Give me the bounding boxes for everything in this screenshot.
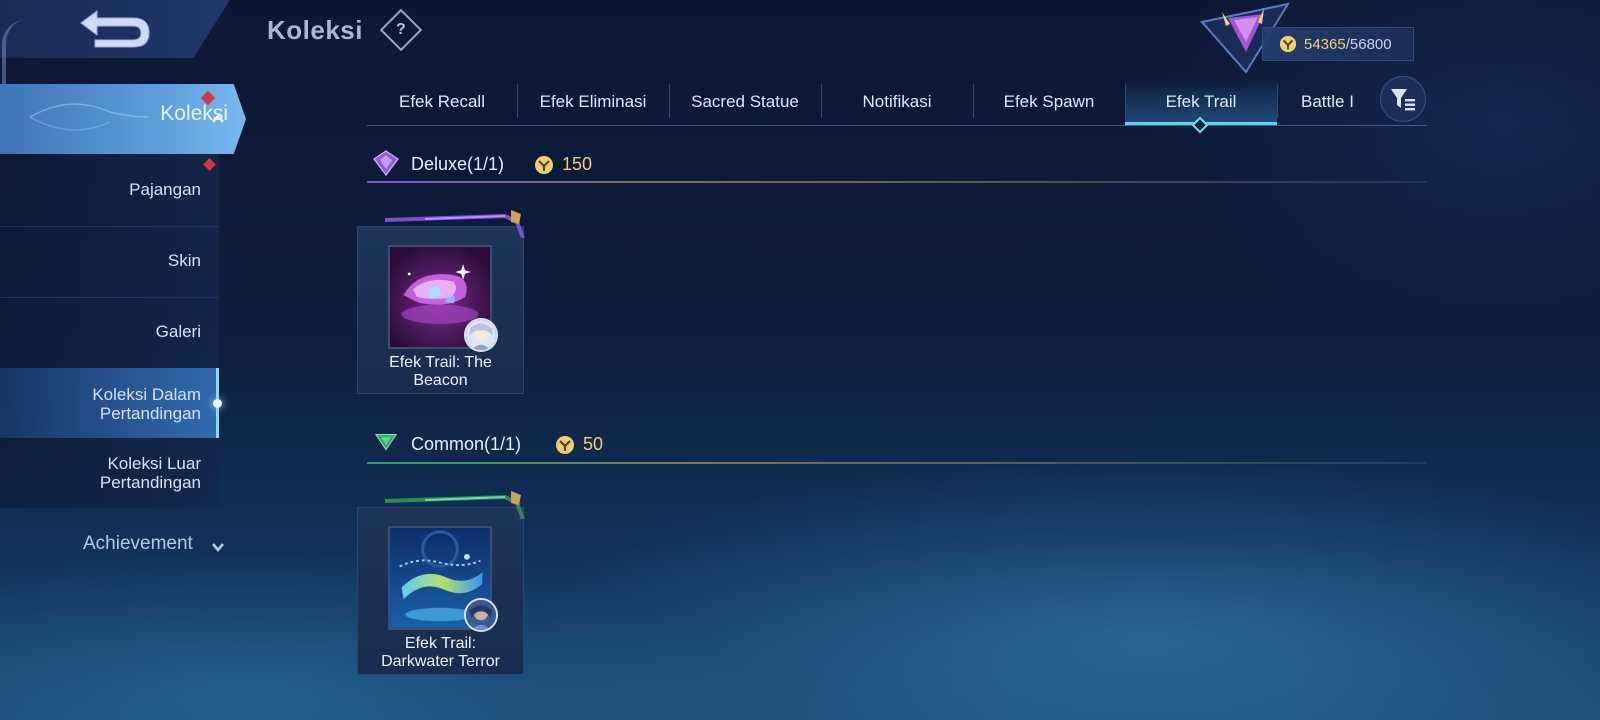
card-trim-deluxe xyxy=(385,210,525,238)
item-name-line1: Efek Trail: xyxy=(404,635,477,652)
sidebar-item-galeri[interactable]: Galeri xyxy=(0,322,219,341)
tab-bar: Efek Recall Efek Eliminasi Sacred Statue… xyxy=(367,78,1427,126)
currency-display: 54365/56800 xyxy=(1262,27,1414,61)
tab-battle[interactable]: Battle I xyxy=(1277,78,1365,125)
item-name: Efek Trail: Darkwater Terror xyxy=(357,635,524,671)
coin-icon xyxy=(556,436,574,454)
item-name-line1: Efek Trail: The xyxy=(389,354,492,371)
sidebar-item-label-line2: Pertandingan xyxy=(99,404,201,423)
section-title-deluxe: Deluxe(1/1) xyxy=(411,154,505,174)
chevron-up-icon xyxy=(212,113,224,123)
section-cost-deluxe: 150 xyxy=(562,154,593,174)
filter-icon xyxy=(1391,89,1415,111)
active-indicator-dot xyxy=(213,399,222,408)
sidebar-item-label-line1: Koleksi Luar xyxy=(107,454,201,473)
card-trim-common xyxy=(385,491,525,519)
sidebar-item-koleksi-luar-pertandingan[interactable]: Koleksi Luar Pertandingan xyxy=(0,454,219,492)
tab-notifikasi[interactable]: Notifikasi xyxy=(821,78,973,125)
back-button[interactable] xyxy=(0,0,230,58)
common-rarity-icon xyxy=(374,434,398,451)
currency-current: 54365 xyxy=(1304,35,1346,53)
help-icon[interactable]: ? xyxy=(379,8,423,52)
tab-efek-eliminasi[interactable]: Efek Eliminasi xyxy=(517,78,669,125)
sidebar-achievement[interactable]: Achievement xyxy=(83,533,193,555)
filter-button[interactable] xyxy=(1380,76,1426,122)
sidebar-item-skin[interactable]: Skin xyxy=(0,251,219,270)
currency-max: 56800 xyxy=(1349,35,1392,53)
sidebar-item-label: Koleksi Dalam Pertandingan xyxy=(0,385,219,423)
hero-avatar xyxy=(464,318,498,352)
coin-icon xyxy=(1279,35,1297,53)
coin-icon xyxy=(535,156,553,174)
tab-efek-recall[interactable]: Efek Recall xyxy=(367,78,517,125)
help-glyph: ? xyxy=(396,21,406,38)
tab-efek-spawn[interactable]: Efek Spawn xyxy=(973,78,1125,125)
tab-sacred-statue[interactable]: Sacred Statue xyxy=(669,78,821,125)
deluxe-rarity-icon xyxy=(373,150,399,176)
hero-avatar xyxy=(464,598,498,632)
sidebar-item-label-line2: Pertandingan xyxy=(99,473,201,492)
section-cost-common: 50 xyxy=(583,434,604,454)
section-title-common: Common(1/1) xyxy=(411,434,522,454)
item-name-line2: Beacon xyxy=(413,372,468,389)
sidebar-item-label-line1: Koleksi Dalam xyxy=(92,385,201,404)
sidebar-divider xyxy=(0,226,219,227)
sidebar-item-pajangan[interactable]: Pajangan xyxy=(0,180,219,199)
back-arrow-icon xyxy=(80,10,150,48)
page-title: Koleksi xyxy=(267,15,363,45)
item-name: Efek Trail: The Beacon xyxy=(357,354,524,390)
section-divider xyxy=(367,462,1427,464)
sidebar-divider xyxy=(0,297,219,298)
sidebar-main-label: Koleksi xyxy=(160,102,228,125)
chevron-down-icon xyxy=(212,543,224,553)
section-divider xyxy=(367,181,1427,183)
item-name-line2: Darkwater Terror xyxy=(381,653,500,670)
